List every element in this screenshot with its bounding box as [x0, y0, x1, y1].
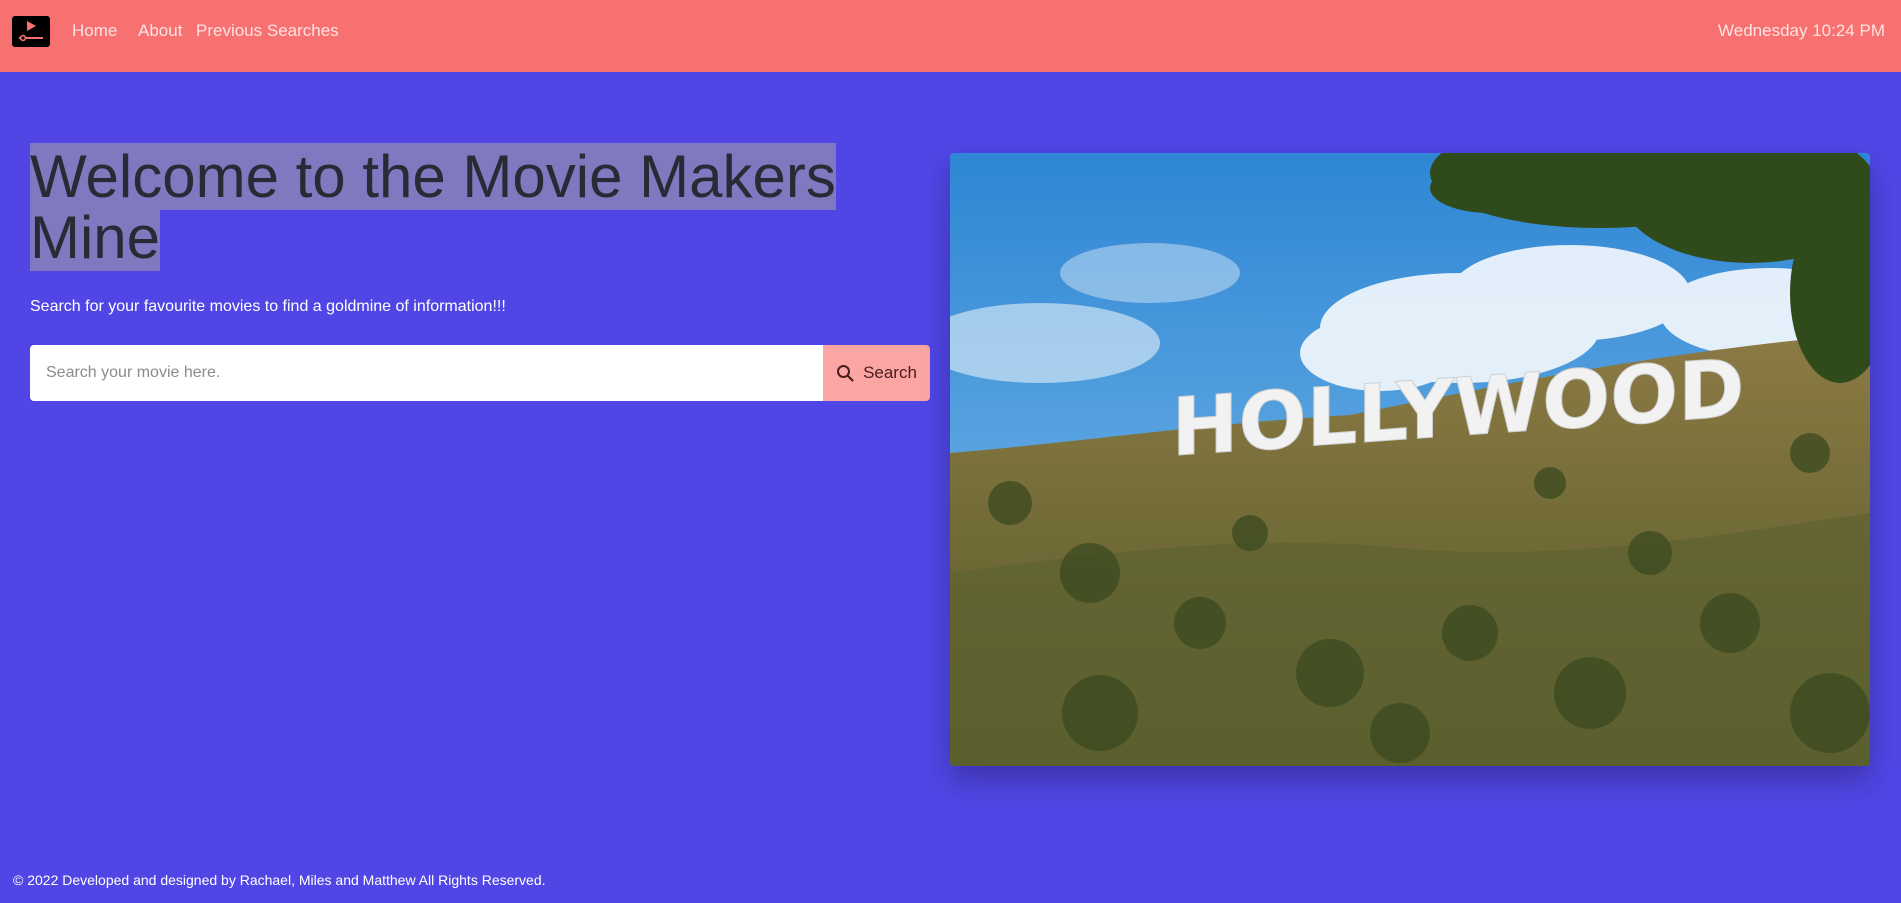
search-form: Search — [30, 345, 930, 401]
search-input[interactable] — [30, 345, 823, 401]
page-subtitle: Search for your favourite movies to find… — [30, 298, 506, 315]
page-title-text: Welcome to the Movie Makers Mine — [30, 143, 836, 271]
current-datetime: Wednesday 10:24 PM — [1718, 21, 1885, 40]
search-button[interactable]: Search — [823, 345, 930, 401]
search-button-label: Search — [863, 363, 917, 382]
search-icon — [837, 365, 854, 382]
page-title: Welcome to the Movie Makers Mine — [30, 143, 890, 271]
copyright-text: © 2022 Developed and designed by Rachael… — [13, 872, 546, 888]
navbar: Home About Previous Searches Wednesday 1… — [0, 0, 1901, 72]
video-player-icon[interactable] — [12, 16, 50, 47]
nav-link-home[interactable]: Home — [72, 21, 117, 41]
nav-link-previous-searches[interactable]: Previous Searches — [196, 21, 339, 41]
nav-link-about[interactable]: About — [138, 21, 182, 41]
hollywood-sign-image: HOLLYWOOD — [950, 153, 1870, 766]
